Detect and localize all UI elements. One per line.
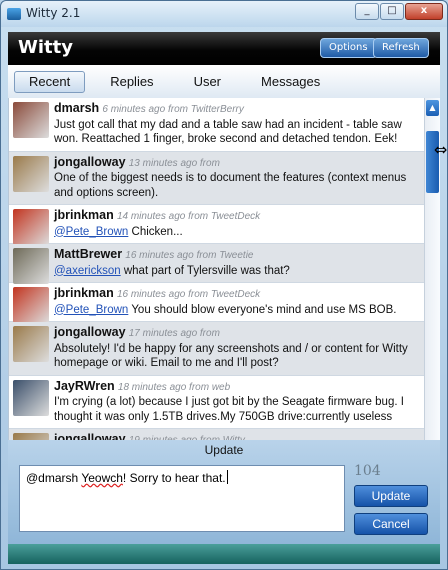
avatar[interactable]	[13, 155, 49, 192]
tweet-username[interactable]: jbrinkman	[54, 208, 114, 222]
app-icon	[7, 8, 21, 20]
tweet-username[interactable]: dmarsh	[54, 101, 99, 115]
scroll-up-arrow-icon[interactable]: ▲	[426, 100, 439, 116]
character-counter: 104	[354, 463, 381, 479]
avatar[interactable]	[13, 379, 49, 416]
tab-messages[interactable]: Messages	[246, 71, 335, 93]
minimize-button[interactable]: _	[355, 3, 379, 20]
options-button[interactable]: Options	[320, 38, 377, 58]
tweet-timestamp: 13 minutes ago from	[128, 157, 220, 169]
tweet-username[interactable]: MattBrewer	[54, 247, 122, 261]
title-bar[interactable]: Witty 2.1 _ □ x	[1, 1, 447, 27]
tab-user[interactable]: User	[179, 71, 236, 93]
tweet-timestamp: 16 minutes ago from Tweetie	[125, 250, 254, 261]
avatar[interactable]	[13, 248, 49, 284]
tweet-text: Absolutely! I'd be happy for any screens…	[54, 342, 408, 370]
tweet-timestamp: 17 minutes ago from	[128, 328, 220, 339]
tab-bar: Recent Replies User Messages	[8, 65, 440, 98]
tweet-item[interactable]: jbrinkman 14 minutes ago from TweetDeck @…	[9, 205, 424, 245]
tweet-text: Chicken...	[128, 225, 183, 238]
avatar[interactable]	[13, 433, 49, 440]
text-caret	[226, 470, 228, 484]
tweet-item[interactable]: dmarsh 6 minutes ago from TwitterBerry Ju…	[9, 98, 424, 152]
mouse-cursor-icon: ⇔	[434, 140, 448, 159]
maximize-button[interactable]: □	[380, 3, 404, 20]
app-header: Witty Options Refresh	[8, 32, 440, 65]
window-title: Witty 2.1	[26, 6, 81, 20]
window-controls: _ □ x	[355, 3, 443, 20]
avatar[interactable]	[13, 326, 49, 362]
tweet-timestamp: 18 minutes ago from web	[117, 381, 231, 393]
tweet-timestamp: 6 minutes ago from TwitterBerry	[102, 104, 244, 115]
tweet-timestamp: 14 minutes ago from TweetDeck	[116, 211, 261, 222]
avatar[interactable]	[13, 102, 49, 138]
tweet-username[interactable]: jbrinkman	[54, 286, 114, 300]
close-button[interactable]: x	[405, 3, 443, 20]
update-button[interactable]: Update	[354, 485, 428, 507]
update-panel: Update @dmarsh Yeowch! Sorry to hear tha…	[8, 440, 440, 544]
avatar[interactable]	[13, 287, 49, 323]
tweet-list[interactable]: dmarsh 6 minutes ago from TwitterBerry Ju…	[8, 98, 424, 440]
update-mention: @dmarsh	[26, 471, 79, 485]
tweet-text: I'm crying (a lot) because I just got bi…	[54, 396, 404, 423]
avatar[interactable]	[13, 209, 49, 245]
update-text-input[interactable]: @dmarsh Yeowch! Sorry to hear that.	[19, 465, 345, 532]
tweet-mention-link[interactable]: @axerickson	[54, 265, 121, 277]
update-label: Update	[204, 443, 244, 457]
tweet-username[interactable]: JayRWren	[54, 379, 115, 393]
tweet-text: Just got call that my dad and a table sa…	[54, 118, 402, 146]
tab-recent[interactable]: Recent	[14, 70, 86, 93]
update-text-rest: ! Sorry to hear that.	[122, 471, 226, 485]
refresh-button[interactable]: Refresh	[373, 38, 429, 58]
tweet-username[interactable]: jongalloway	[54, 432, 126, 440]
tweet-item[interactable]: jbrinkman 16 minutes ago from TweetDeck @…	[9, 283, 424, 323]
cancel-button[interactable]: Cancel	[354, 513, 428, 535]
tweet-item[interactable]: jongalloway 19 minutes ago from Witty@jb…	[9, 429, 424, 440]
tweet-text: what part of Tylersville was that?	[120, 264, 290, 277]
status-footer	[8, 544, 440, 564]
tweet-username[interactable]: jongalloway	[54, 155, 126, 169]
tweet-text: One of the biggest needs is to document …	[54, 172, 407, 199]
brand-logo: Witty	[18, 37, 73, 58]
tweet-mention-link[interactable]: @Pete_Brown	[54, 226, 128, 238]
tab-replies[interactable]: Replies	[95, 71, 168, 93]
tweet-username[interactable]: jongalloway	[54, 325, 126, 339]
app-window: Witty 2.1 _ □ x Witty Options Refresh Re…	[0, 0, 448, 570]
tweet-timestamp: 16 minutes ago from TweetDeck	[116, 289, 261, 300]
misspelled-word: Yeowch	[81, 471, 123, 485]
tweet-text: You should blow everyone's mind and use …	[128, 303, 397, 316]
tweet-mention-link[interactable]: @Pete_Brown	[54, 304, 128, 316]
tweet-item[interactable]: MattBrewer 16 minutes ago from Tweetie @a…	[9, 244, 424, 284]
tweet-item[interactable]: jongalloway 13 minutes ago from One of th…	[9, 151, 424, 205]
tweet-item[interactable]: jongalloway 17 minutes ago from Absolutel…	[9, 322, 424, 376]
tweet-item[interactable]: JayRWren 18 minutes ago from web I'm cryi…	[9, 376, 424, 429]
